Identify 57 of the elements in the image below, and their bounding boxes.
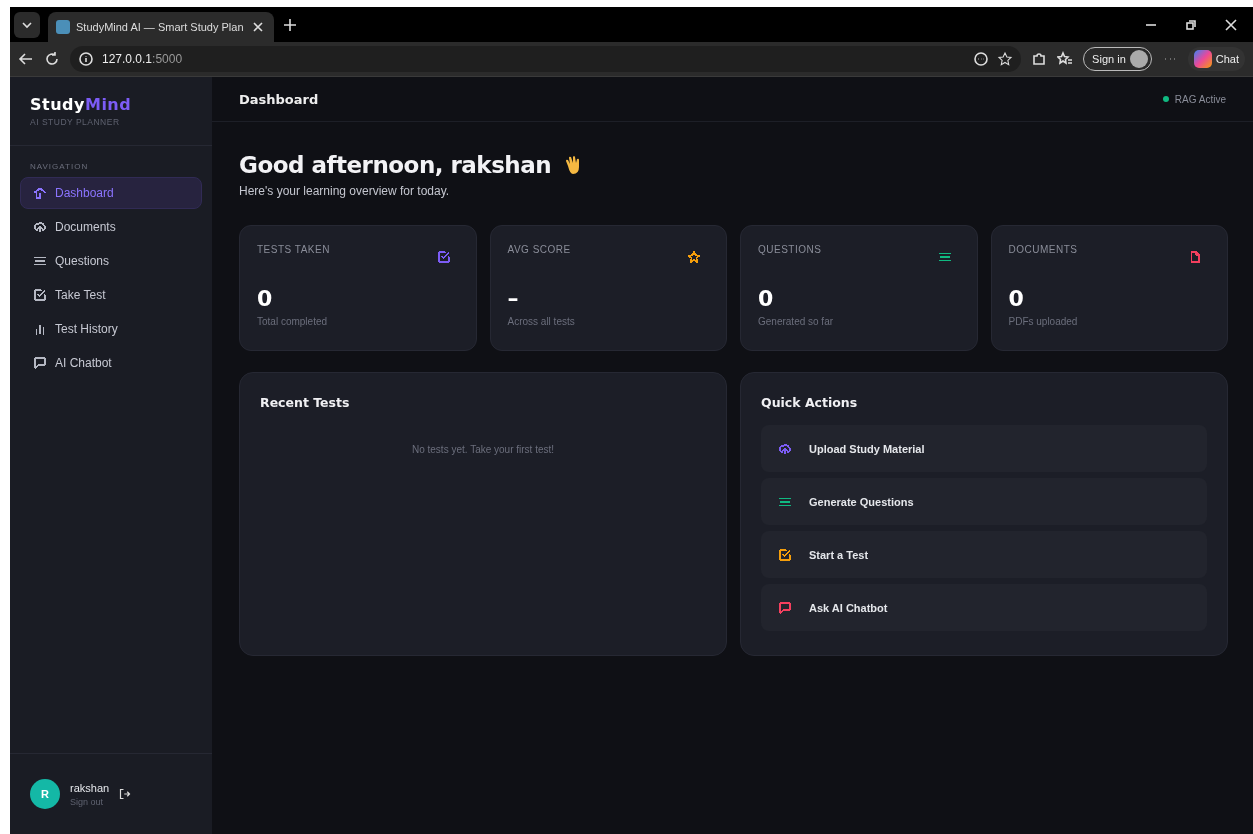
panel-title: Recent Tests [260,395,351,410]
more-icon[interactable] [973,51,990,67]
status-text: RAG Active [1174,93,1226,105]
logout-icon[interactable] [119,788,132,800]
user-avatar: R [30,779,60,809]
tab-menu-button[interactable] [14,11,40,38]
avatar-icon [1129,50,1148,68]
stat-note: Across all tests [507,316,576,327]
tagline: AI STUDY PLANNER [30,117,121,127]
quick-action-button[interactable]: Generate Questions [761,478,1207,525]
panel-title: Quick Actions [761,395,859,410]
stat-value: – [507,288,520,310]
stat-value: 0 [1008,288,1025,310]
url-text: 127.0.0.1:5000 [102,52,183,66]
logo-text: StudyMind [30,95,133,114]
stat-value: 0 [758,288,775,310]
close-icon[interactable] [1223,16,1239,33]
chat-button[interactable]: Chat [1187,47,1245,71]
stat-note: Generated so far [758,316,835,327]
browser-tab[interactable]: StudyMind AI — Smart Study Plan [48,12,274,42]
stat-value: 0 [257,288,274,310]
stat-label: AVG SCORE [507,244,571,255]
home-icon [33,186,47,200]
back-icon[interactable] [18,51,34,67]
nav-item[interactable]: Test History [20,313,202,345]
favicon-icon [56,20,70,34]
address-bar[interactable]: 127.0.0.1:5000 [70,46,1022,72]
quick-action-button[interactable]: Ask AI Chatbot [761,584,1207,631]
bar-chart-icon [33,322,47,336]
stat-note: PDFs uploaded [1008,316,1079,327]
info-icon[interactable] [78,51,94,67]
empty-message: No tests yet. Take your first test! [410,444,556,455]
nav-item[interactable]: Documents [20,211,202,243]
chat-bubble-icon [33,356,47,370]
stat-note: Total completed [257,316,329,327]
nav-item[interactable]: Questions [20,245,202,277]
favorites-icon[interactable] [1057,51,1074,67]
stat-label: QUESTIONS [758,244,822,255]
quick-action-button[interactable]: Start a Test [761,531,1207,578]
nav-item[interactable]: Dashboard [20,177,202,209]
checkbox-icon [33,288,47,302]
section-label: NAVIGATION [29,161,90,173]
tab-title: StudyMind AI — Smart Study Plan [76,21,244,33]
reload-icon[interactable] [44,51,60,67]
page-title: Dashboard [239,91,319,107]
new-tab-icon[interactable] [281,16,298,33]
greeting-title: Good afternoon, rakshan [239,152,552,178]
star-icon[interactable] [997,51,1014,67]
user-name: rakshan [70,781,110,794]
cloud-upload-icon [33,220,47,234]
list-icon [33,254,47,268]
quick-action-button[interactable]: Upload Study Material [761,425,1207,472]
stat-label: TESTS TAKEN [257,244,330,255]
stat-label: DOCUMENTS [1008,244,1078,255]
nav-item[interactable]: AI Chatbot [20,347,202,379]
greeting-subtitle: Here's your learning overview for today. [239,184,451,198]
nav-item[interactable]: Take Test [20,279,202,311]
